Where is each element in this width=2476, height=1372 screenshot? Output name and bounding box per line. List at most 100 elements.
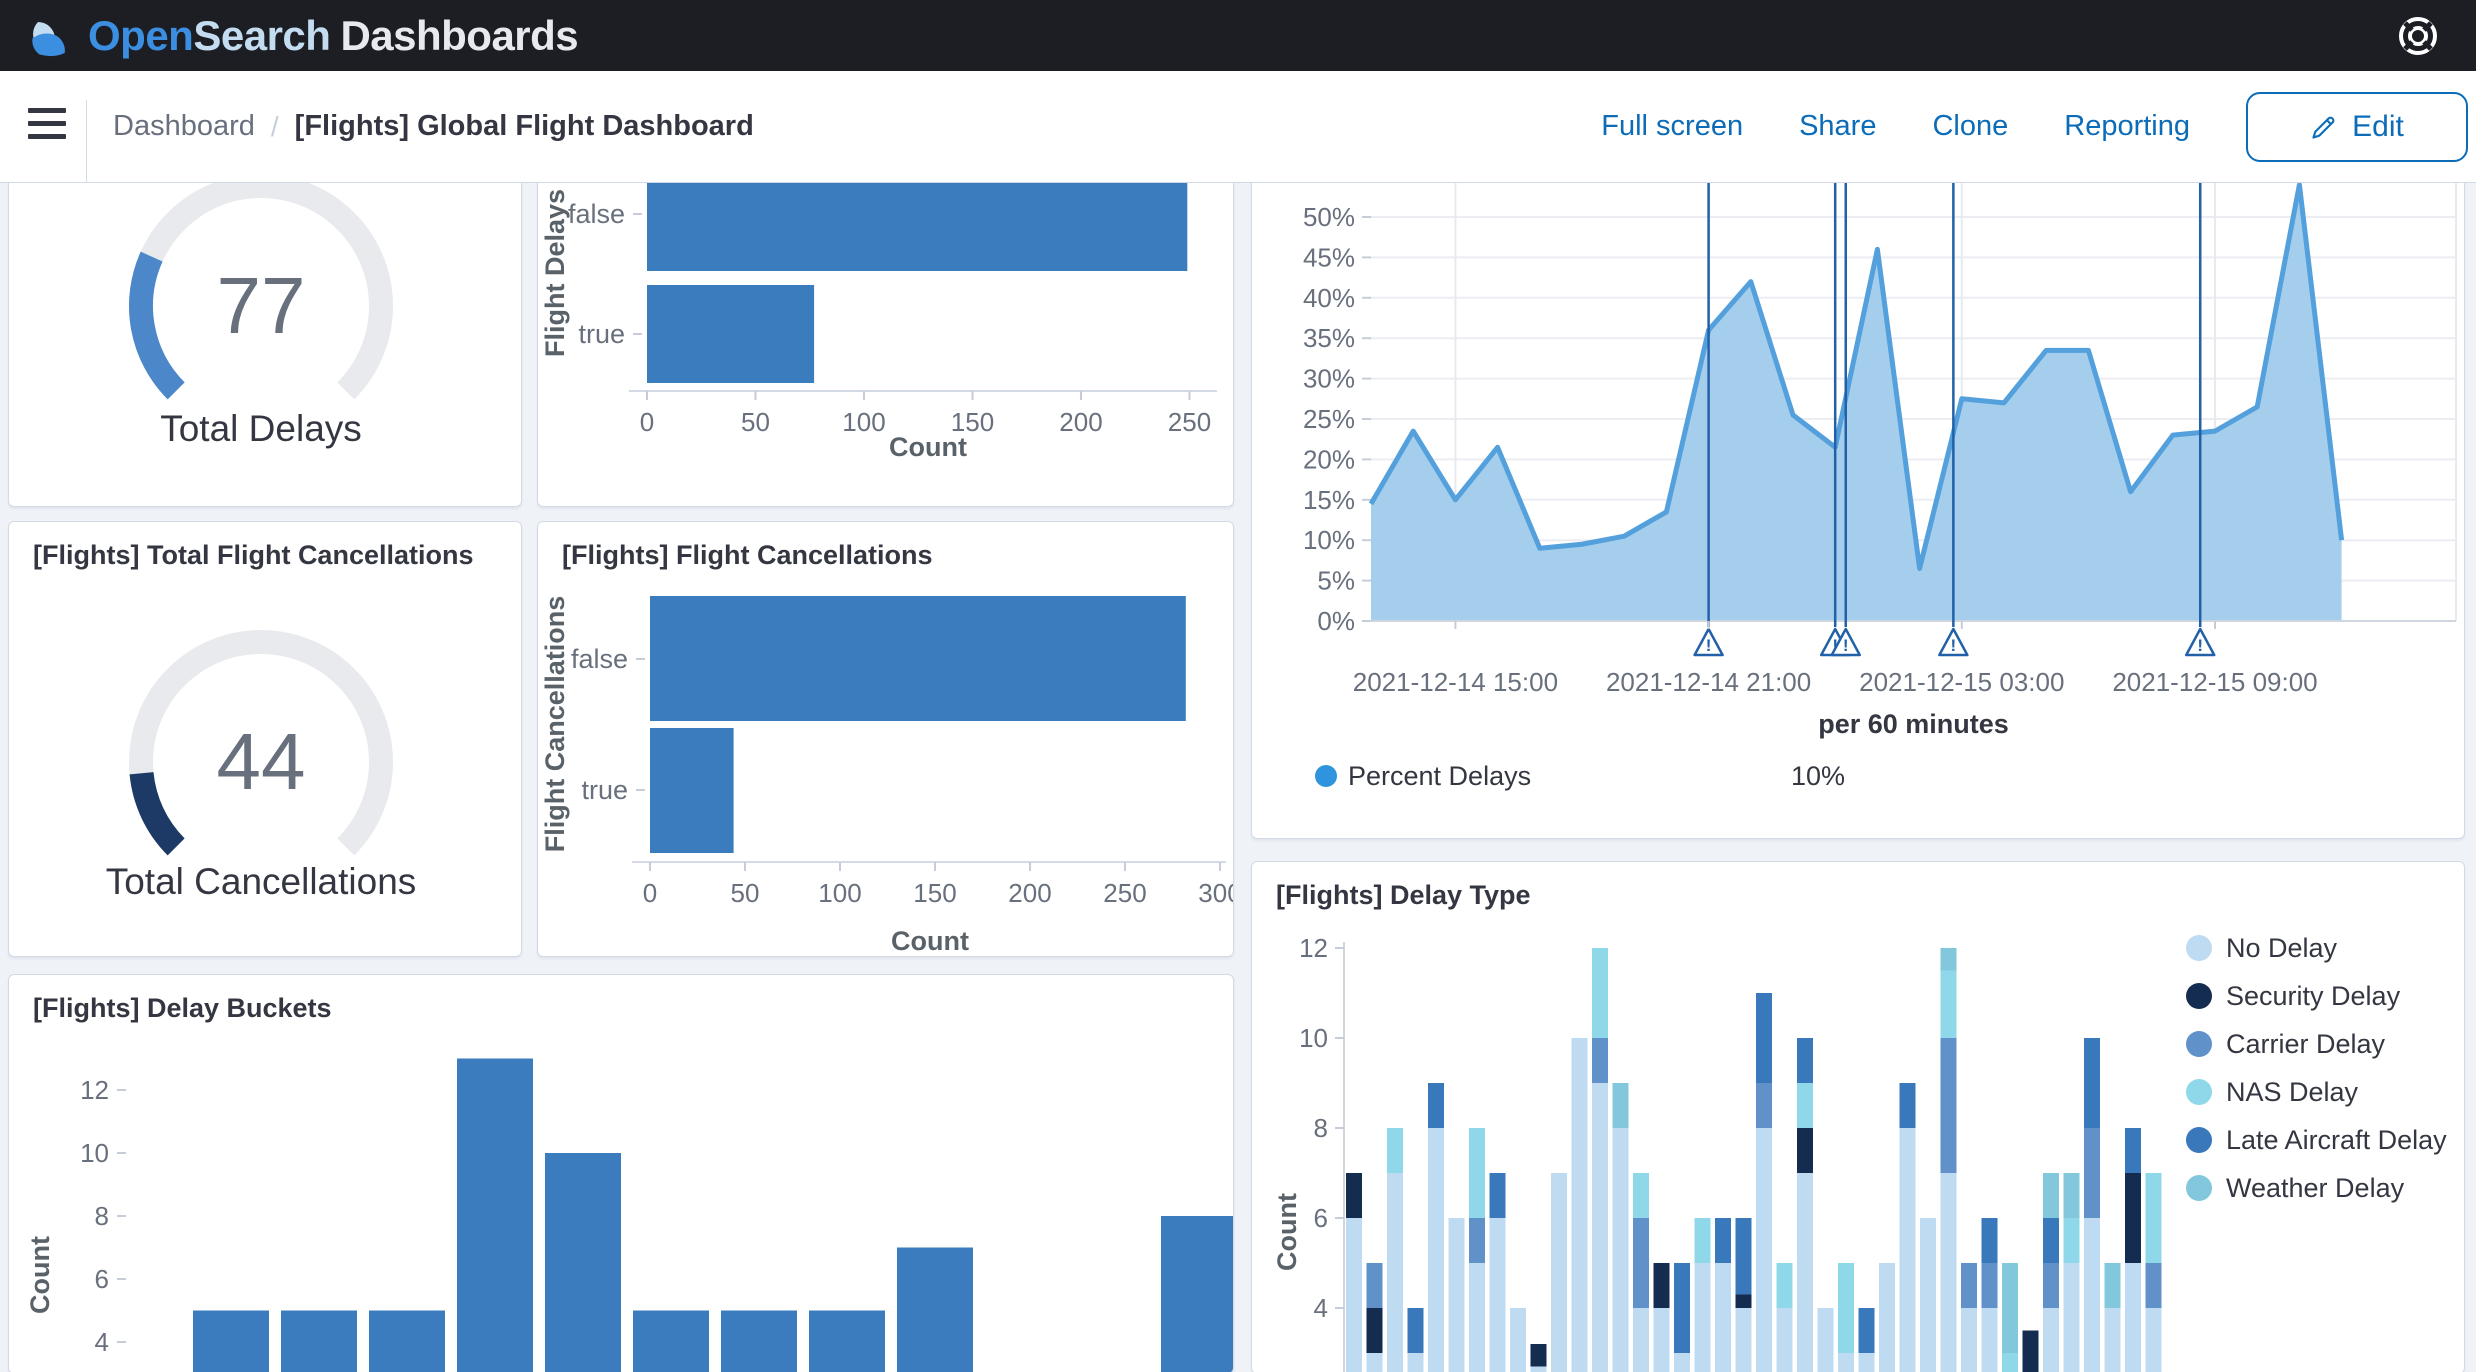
svg-text:10: 10 xyxy=(80,1138,109,1168)
svg-text:4: 4 xyxy=(1314,1293,1328,1323)
svg-text:2021-12-15 03:00: 2021-12-15 03:00 xyxy=(1859,667,2064,697)
svg-text:30%: 30% xyxy=(1303,364,1355,394)
lifebuoy-help-icon[interactable] xyxy=(2396,14,2440,58)
legend-item-no-delay[interactable]: No Delay xyxy=(2186,933,2338,963)
svg-text:100: 100 xyxy=(842,407,885,437)
total-delays-gauge[interactable]: 77 Total Delays xyxy=(9,151,521,506)
nav-actions: Full screen Share Clone Reporting Edit xyxy=(1601,71,2468,182)
svg-text:Count: Count xyxy=(1272,1193,1302,1271)
svg-text:50: 50 xyxy=(741,407,770,437)
svg-text:true: true xyxy=(578,319,625,349)
delay-buckets-bar-chart[interactable]: 4 6 8 10 12 Count xyxy=(9,975,1233,1372)
svg-text:Total Delays: Total Delays xyxy=(160,408,362,449)
panel-percent-delays: 0%5%10%15%20%25%30%35%40%45%50%!!!!!2021… xyxy=(1251,150,2465,839)
svg-text:6: 6 xyxy=(95,1264,109,1294)
svg-text:4: 4 xyxy=(95,1327,109,1357)
svg-text:12: 12 xyxy=(80,1075,109,1105)
opensearch-logo-icon xyxy=(28,12,76,60)
logo-search: Search xyxy=(193,12,330,59)
panel-title-delay-buckets[interactable]: [Flights] Delay Buckets xyxy=(33,993,332,1024)
svg-text:NAS Delay: NAS Delay xyxy=(2226,1077,2359,1107)
panel-flight-cancellations: [Flights] Flight Cancellations 050100150… xyxy=(537,521,1234,957)
svg-text:10%: 10% xyxy=(1791,761,1845,791)
logo-text: OpenSearchDashboards xyxy=(88,12,578,60)
svg-text:!: ! xyxy=(1951,636,1957,655)
breadcrumb-dashboard[interactable]: Dashboard xyxy=(113,110,255,143)
logo-dashboards: Dashboards xyxy=(340,12,578,59)
svg-text:250: 250 xyxy=(1168,407,1211,437)
svg-text:0: 0 xyxy=(640,407,654,437)
svg-text:Carrier Delay: Carrier Delay xyxy=(2226,1029,2386,1059)
svg-text:2021-12-14 21:00: 2021-12-14 21:00 xyxy=(1606,667,1811,697)
legend-item-security-delay[interactable]: Security Delay xyxy=(2186,981,2401,1011)
svg-text:2021-12-15 09:00: 2021-12-15 09:00 xyxy=(2112,667,2317,697)
svg-text:Flight Cancellations: Flight Cancellations xyxy=(540,596,570,853)
svg-text:Security Delay: Security Delay xyxy=(2226,981,2401,1011)
svg-text:200: 200 xyxy=(1008,878,1051,908)
delay-type-stacked-bar-chart[interactable]: 4681012CountNo DelaySecurity DelayCarrie… xyxy=(1252,862,2464,1372)
legend-item-weather-delay[interactable]: Weather Delay xyxy=(2186,1173,2405,1203)
svg-text:8: 8 xyxy=(95,1201,109,1231)
svg-text:200: 200 xyxy=(1059,407,1102,437)
total-cancellations-gauge[interactable]: 44 Total Cancellations xyxy=(9,522,521,956)
panel-delay-type: [Flights] Delay Type 4681012CountNo Dela… xyxy=(1251,861,2465,1372)
svg-text:!: ! xyxy=(1843,636,1849,655)
svg-text:8: 8 xyxy=(1314,1113,1328,1143)
legend-item-carrier-delay[interactable]: Carrier Delay xyxy=(2186,1029,2386,1059)
reporting-link[interactable]: Reporting xyxy=(2064,110,2190,143)
svg-text:Late Aircraft Delay: Late Aircraft Delay xyxy=(2226,1125,2447,1155)
legend-item-late-aircraft-delay[interactable]: Late Aircraft Delay xyxy=(2186,1125,2447,1155)
svg-text:!: ! xyxy=(2197,636,2203,655)
panel-delay-buckets: [Flights] Delay Buckets 4 6 8 10 12 Count xyxy=(8,974,1234,1372)
dashboard-top-nav: Dashboard / [Flights] Global Flight Dash… xyxy=(0,71,2476,183)
app-header: OpenSearchDashboards xyxy=(0,0,2476,71)
page-title: [Flights] Global Flight Dashboard xyxy=(295,110,754,143)
svg-text:2021-12-14 15:00: 2021-12-14 15:00 xyxy=(1353,667,1558,697)
panel-title-delay-type[interactable]: [Flights] Delay Type xyxy=(1276,880,1531,911)
svg-text:per 60 minutes: per 60 minutes xyxy=(1818,709,2009,739)
full-screen-link[interactable]: Full screen xyxy=(1601,110,1743,143)
svg-text:300: 300 xyxy=(1198,878,1233,908)
svg-text:false: false xyxy=(568,199,625,229)
svg-text:Total Cancellations: Total Cancellations xyxy=(106,861,417,902)
svg-text:45%: 45% xyxy=(1303,242,1355,272)
edit-button[interactable]: Edit xyxy=(2246,92,2468,162)
svg-text:50%: 50% xyxy=(1303,202,1355,232)
flight-cancellations-bar-chart[interactable]: 050100150200250300falsetrueCountFlight C… xyxy=(538,522,1233,956)
svg-text:100: 100 xyxy=(818,878,861,908)
percent-delays-area-chart[interactable]: 0%5%10%15%20%25%30%35%40%45%50%!!!!!2021… xyxy=(1252,151,2464,838)
svg-text:0%: 0% xyxy=(1317,606,1355,636)
svg-text:true: true xyxy=(581,775,628,805)
svg-text:25%: 25% xyxy=(1303,404,1355,434)
svg-text:No Delay: No Delay xyxy=(2226,933,2338,963)
svg-text:Weather Delay: Weather Delay xyxy=(2226,1173,2405,1203)
svg-text:0: 0 xyxy=(643,878,657,908)
panel-title-flight-cancellations[interactable]: [Flights] Flight Cancellations xyxy=(562,540,933,571)
svg-text:250: 250 xyxy=(1103,878,1146,908)
legend-item-nas-delay[interactable]: NAS Delay xyxy=(2186,1077,2359,1107)
svg-text:77: 77 xyxy=(217,261,306,350)
breadcrumb-separator: / xyxy=(271,111,279,143)
svg-text:35%: 35% xyxy=(1303,323,1355,353)
svg-text:12: 12 xyxy=(1299,933,1328,963)
svg-text:Count: Count xyxy=(889,432,967,462)
svg-text:40%: 40% xyxy=(1303,283,1355,313)
logo-open: Open xyxy=(88,12,193,59)
svg-text:Count: Count xyxy=(25,1236,55,1314)
svg-text:44: 44 xyxy=(217,717,306,806)
pencil-icon xyxy=(2310,113,2338,141)
breadcrumb: Dashboard / [Flights] Global Flight Dash… xyxy=(113,71,754,182)
clone-link[interactable]: Clone xyxy=(1932,110,2008,143)
panel-total-delays: 77 Total Delays xyxy=(8,150,522,507)
svg-text:Flight Delays: Flight Delays xyxy=(540,189,570,357)
menu-hamburger-icon[interactable] xyxy=(28,108,66,144)
svg-text:Percent Delays: Percent Delays xyxy=(1348,761,1531,791)
panel-title-total-cancellations[interactable]: [Flights] Total Flight Cancellations xyxy=(33,540,474,571)
opensearch-logo[interactable]: OpenSearchDashboards xyxy=(28,0,578,71)
panel-total-cancellations: [Flights] Total Flight Cancellations 44 T… xyxy=(8,521,522,957)
svg-text:Count: Count xyxy=(891,926,969,956)
opensearch-dashboards-app: OpenSearchDashboards Dashboard / [Flight… xyxy=(0,0,2476,1372)
svg-text:false: false xyxy=(571,644,628,674)
share-link[interactable]: Share xyxy=(1799,110,1876,143)
flight-delays-bar-chart[interactable]: 050100150200250falsetrueCountFlight Dela… xyxy=(538,151,1233,506)
